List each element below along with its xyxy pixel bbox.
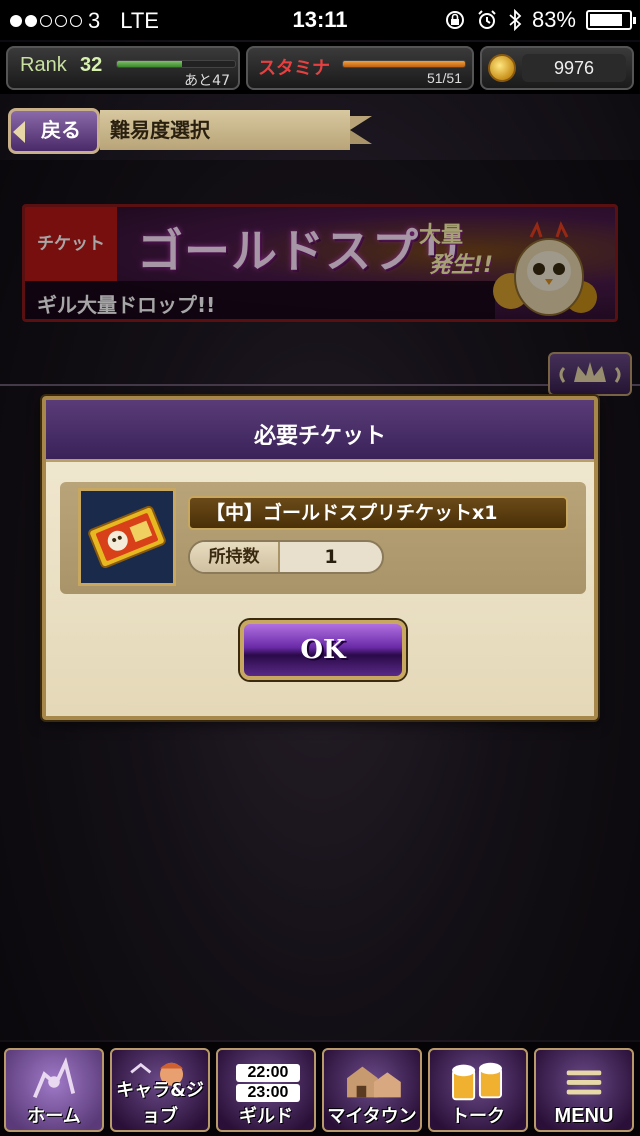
guild-schedule: 22:00 23:00 <box>236 1064 300 1104</box>
stamina-value: 51/51 <box>426 70 462 86</box>
dialog-title: 必要チケット <box>253 424 386 449</box>
nav-menu-label: MENU <box>554 1105 614 1127</box>
bottom-nav: ホーム キャラ&ジョブ 22:00 23:00 ギルド マイタウン トーク ME… <box>0 1042 640 1136</box>
gil-value: 9976 <box>522 54 626 82</box>
nav-my-town[interactable]: マイタウン <box>322 1048 422 1132</box>
stamina-panel[interactable]: スタミナ 51/51 <box>246 46 474 90</box>
guild-time-end: 23:00 <box>236 1084 300 1102</box>
rank-label: Rank <box>20 54 67 76</box>
stamina-bar <box>342 60 466 68</box>
gil-coin-icon <box>488 54 516 82</box>
rank-next-exp: あと47 <box>184 73 230 89</box>
alarm-icon <box>478 10 496 29</box>
bluetooth-icon <box>509 9 522 31</box>
gil-panel[interactable]: 9976 <box>480 46 634 90</box>
battery-icon <box>586 10 636 30</box>
rank-value: 32 <box>80 54 103 76</box>
nav-talk-label: トーク <box>451 1106 505 1127</box>
battery-percent: 83% <box>531 7 576 32</box>
guild-time-start: 22:00 <box>236 1064 300 1082</box>
page-title: 難易度選択 <box>100 110 372 150</box>
nav-guild-label: ギルド <box>239 1106 293 1127</box>
owned-count-label: 所持数 <box>190 542 280 572</box>
stamina-label: スタミナ <box>258 58 330 79</box>
page-title-text: 難易度選択 <box>110 118 210 142</box>
status-bar: 3 LTE 13:11 83% <box>0 0 640 40</box>
home-icon <box>33 1056 76 1099</box>
rank-panel[interactable]: Rank 32 あと47 <box>6 46 240 90</box>
rank-exp-fill <box>117 61 182 67</box>
rank-exp-bar <box>116 60 236 68</box>
nav-home-label: ホーム <box>27 1106 81 1127</box>
required-ticket-dialog: 必要チケット 【中】ゴールドスプリチケットx1 所持数 1 OK <box>42 396 598 720</box>
ticket-name: 【中】ゴールドスプリチケットx1 <box>188 496 568 530</box>
status-right: 83% <box>444 7 636 33</box>
battery-level <box>590 14 622 26</box>
top-hud: Rank 32 あと47 スタミナ 51/51 9976 <box>0 42 640 94</box>
ticket-item-frame <box>78 488 176 586</box>
nav-character-job-label: キャラ&ジョブ <box>116 1080 204 1127</box>
nav-my-town-label: マイタウン <box>327 1106 417 1127</box>
page-header: 戻る 難易度選択 <box>0 104 640 158</box>
menu-icon <box>566 1070 602 1095</box>
back-label: 戻る <box>41 118 81 142</box>
ticket-info-panel: 【中】ゴールドスプリチケットx1 所持数 1 <box>60 482 586 594</box>
owned-count-value: 1 <box>324 546 338 568</box>
back-arrow-icon <box>13 121 25 143</box>
nav-menu[interactable]: MENU <box>534 1048 634 1132</box>
talk-icon <box>452 1062 502 1101</box>
nav-guild[interactable]: 22:00 23:00 ギルド <box>216 1048 316 1132</box>
dialog-header: 必要チケット <box>46 400 594 462</box>
nav-character-job[interactable]: キャラ&ジョブ <box>110 1048 210 1132</box>
rotation-lock-icon <box>445 11 464 29</box>
stamina-fill <box>343 61 465 67</box>
town-icon <box>347 1066 401 1098</box>
gold-ticket-icon <box>88 505 166 569</box>
owned-count: 所持数 1 <box>188 540 384 574</box>
nav-talk[interactable]: トーク <box>428 1048 528 1132</box>
back-button[interactable]: 戻る <box>8 108 100 154</box>
ok-button[interactable]: OK <box>240 620 406 680</box>
nav-home[interactable]: ホーム <box>4 1048 104 1132</box>
